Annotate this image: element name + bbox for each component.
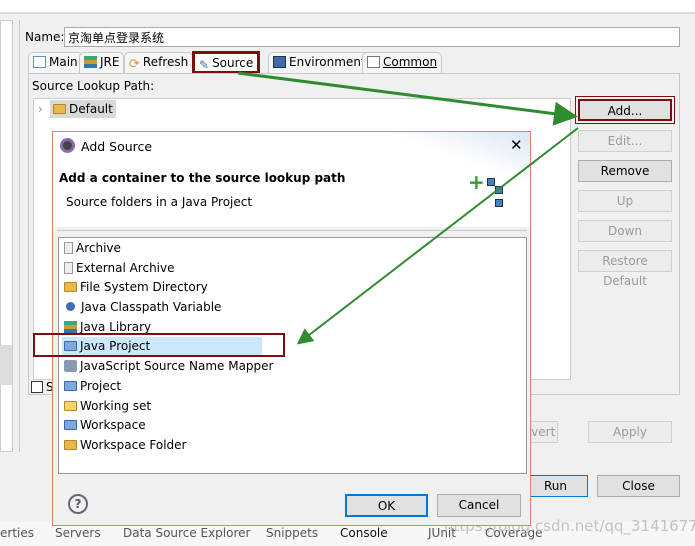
arrow-source-to-add: [237, 71, 578, 126]
arrow-add-to-java-project: [296, 127, 579, 345]
annotation-arrows: [237, 71, 579, 345]
